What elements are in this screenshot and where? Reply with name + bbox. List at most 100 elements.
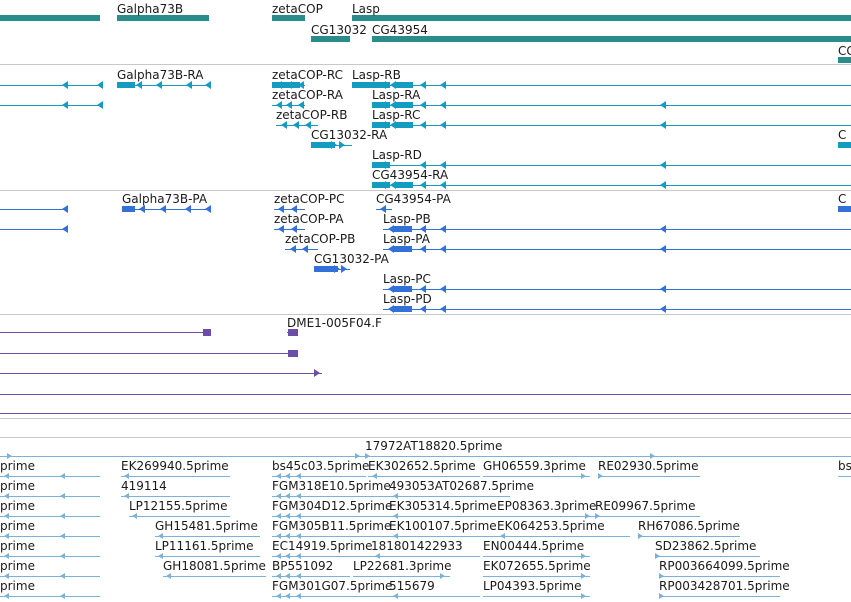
feature-label[interactable]: bs [838,459,851,473]
feature-line[interactable] [0,596,100,597]
feature-line[interactable] [272,576,350,577]
feature-label[interactable]: 419114 [121,479,167,493]
feature-label[interactable]: Lasp-RC [372,108,420,122]
feature-label[interactable]: prime [0,479,35,493]
feature-label[interactable]: zetaCOP-RB [276,108,347,122]
exon-box[interactable] [117,82,135,88]
exon-box[interactable] [395,182,413,188]
feature-label[interactable]: LP22681.3prime [353,559,452,573]
feature-line[interactable] [0,332,211,333]
feature-line[interactable] [659,576,780,577]
feature-line[interactable] [497,516,595,517]
exon-box[interactable] [0,15,100,21]
feature-line[interactable] [497,536,630,537]
feature-label[interactable]: CG [838,44,851,58]
feature-line[interactable] [155,556,260,557]
feature-line[interactable] [0,476,100,477]
feature-label[interactable]: zetaCOP-RC [272,68,343,82]
feature-label[interactable]: Lasp-RA [372,88,420,102]
feature-label[interactable]: Lasp-RB [352,68,401,82]
feature-line[interactable] [659,596,780,597]
feature-label[interactable]: 515679 [389,579,435,593]
feature-label[interactable]: CG43954 [372,23,428,37]
feature-label[interactable]: prime [0,559,35,573]
feature-line[interactable] [483,476,590,477]
feature-line[interactable] [0,456,851,457]
feature-label[interactable]: BP551092 [272,559,333,573]
feature-line[interactable] [0,576,100,577]
feature-label[interactable]: EK305314.5prime [389,499,497,513]
feature-label[interactable]: C [838,128,846,142]
exon-box[interactable] [395,122,413,128]
feature-label[interactable]: EP08363.3prime [497,499,596,513]
feature-label[interactable]: Lasp-PB [383,212,431,226]
feature-label[interactable]: RP003428701.5prime [659,579,790,593]
feature-label[interactable]: DME1-005F04.F [287,316,382,330]
exon-box[interactable] [838,142,851,148]
feature-label[interactable]: EK302652.5prime [368,459,476,473]
feature-label[interactable]: CG13032 [311,23,367,37]
feature-label[interactable]: CG43954-RA [372,168,448,182]
feature-label[interactable]: EK064253.5prime [497,519,605,533]
feature-label[interactable]: 17972AT18820.5prime [365,439,502,453]
feature-label[interactable]: EN00444.5prime [483,539,584,553]
exon-box[interactable] [288,350,298,357]
feature-label[interactable]: zetaCOP [272,2,323,16]
feature-label[interactable]: LP11161.5prime [155,539,254,553]
feature-label[interactable]: RE09967.5prime [595,499,696,513]
feature-line[interactable] [129,516,230,517]
feature-line[interactable] [0,496,100,497]
feature-label[interactable]: CG13032-RA [311,128,387,142]
feature-label[interactable]: Lasp-RD [372,148,422,162]
feature-line[interactable] [838,476,851,477]
feature-line[interactable] [163,576,266,577]
feature-line[interactable] [389,496,510,497]
feature-label[interactable]: Lasp-PD [383,292,432,306]
feature-label[interactable]: bs45c03.5prime [272,459,369,473]
feature-line[interactable] [389,596,480,597]
feature-line[interactable] [389,536,497,537]
feature-label[interactable]: EC14919.5prime [272,539,373,553]
feature-line[interactable] [371,556,480,557]
feature-label[interactable]: Galpha73B-RA [117,68,203,82]
feature-label[interactable]: EK100107.5prime [389,519,497,533]
feature-line[interactable] [352,85,851,86]
feature-label[interactable]: zetaCOP-PA [274,212,344,226]
exon-box[interactable] [122,206,135,212]
feature-label[interactable]: FGM304D12.5prime [272,499,392,513]
feature-line[interactable] [383,289,851,290]
feature-line[interactable] [0,536,100,537]
exon-box[interactable] [393,306,412,312]
feature-line[interactable] [655,556,760,557]
feature-line[interactable] [638,536,740,537]
feature-line[interactable] [383,309,851,310]
feature-label[interactable]: FGM301G07.5prime [272,579,392,593]
feature-label[interactable]: EK072655.5prime [483,559,591,573]
feature-label[interactable]: prime [0,579,35,593]
feature-line[interactable] [483,596,590,597]
feature-label[interactable]: Lasp-PA [383,232,430,246]
feature-line[interactable] [368,476,480,477]
feature-line[interactable] [389,516,497,517]
feature-line[interactable] [0,85,100,86]
feature-line[interactable] [0,105,100,106]
exon-box[interactable] [203,329,211,336]
feature-label[interactable]: CG13032-PA [314,252,389,266]
feature-line[interactable] [383,229,851,230]
exon-box[interactable] [288,329,298,336]
feature-line[interactable] [353,576,450,577]
feature-line[interactable] [0,413,851,414]
exon-box[interactable] [372,36,851,42]
feature-label[interactable]: 181801422933 [371,539,463,553]
feature-label[interactable]: zetaCOP-PC [274,192,344,206]
feature-label[interactable]: zetaCOP-RA [272,88,343,102]
feature-line[interactable] [0,556,100,557]
exon-box[interactable] [393,246,412,252]
feature-label[interactable]: Galpha73B-PA [122,192,207,206]
feature-label[interactable]: prime [0,499,35,513]
feature-label[interactable]: C [838,192,846,206]
feature-label[interactable]: FGM305B11.5prime [272,519,391,533]
feature-label[interactable]: prime [0,459,35,473]
feature-label[interactable]: Lasp [352,2,380,16]
feature-line[interactable] [383,249,851,250]
